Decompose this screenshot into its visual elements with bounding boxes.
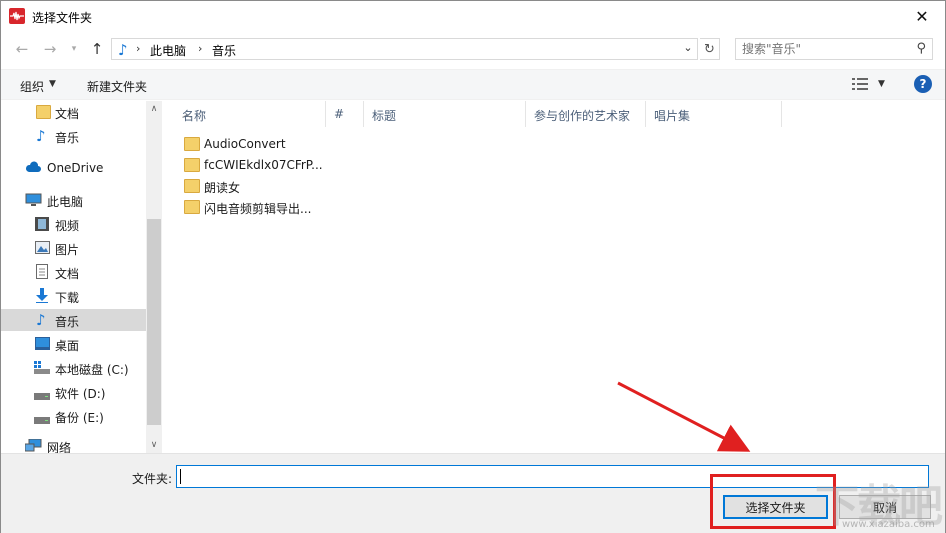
sidebar-item-label: OneDrive xyxy=(47,161,104,175)
sidebar-item-label: 桌面 xyxy=(55,339,80,353)
chevron-down-icon[interactable]: ⌄ xyxy=(681,41,695,54)
command-bar: 组织 ▼ 新建文件夹 ▼ ? xyxy=(1,69,945,100)
navigation-pane: 文档 ♪ 音乐 OneDrive 此电脑 视频 图片 文档 下载 ♪ 音乐 桌面… xyxy=(1,101,162,453)
title-bar: 选择文件夹 ✕ xyxy=(1,1,945,32)
help-icon[interactable]: ? xyxy=(914,75,932,93)
file-name: 闪电音频剪辑导出... xyxy=(204,202,312,216)
sidebar-item-music-selected[interactable]: ♪ 音乐 xyxy=(1,309,146,331)
drive-icon xyxy=(34,389,50,403)
chevron-down-icon[interactable]: ▼ xyxy=(49,79,56,89)
drive-icon xyxy=(34,413,50,427)
folder-name-input[interactable] xyxy=(180,468,920,485)
sidebar-item-network[interactable]: 网络 xyxy=(1,437,146,453)
file-list: 名称 ︿ # 标题 参与创作的艺术家 唱片集 AudioConvert fcCW… xyxy=(162,101,945,453)
folder-icon xyxy=(184,137,200,151)
sidebar-item-label: 音乐 xyxy=(55,131,80,145)
sidebar-item-documents[interactable]: 文档 xyxy=(1,101,146,123)
scroll-up-icon[interactable]: ∧ xyxy=(146,101,162,117)
folder-field-label: 文件夹: xyxy=(132,472,173,486)
column-header-album[interactable]: 唱片集 xyxy=(646,101,782,127)
computer-icon xyxy=(25,193,42,207)
breadcrumb-separator-icon[interactable]: › xyxy=(136,42,140,55)
navigation-scrollbar[interactable]: ∧ ∨ xyxy=(146,101,162,453)
search-box[interactable]: ⚲ xyxy=(735,38,933,60)
sidebar-item-documents-2[interactable]: 文档 xyxy=(1,261,146,283)
sidebar-item-label: 音乐 xyxy=(55,315,80,329)
list-item[interactable]: fcCWIEkdlx07CFrP... xyxy=(184,155,484,175)
window-title: 选择文件夹 xyxy=(32,11,93,25)
sidebar-item-desktop[interactable]: 桌面 xyxy=(1,333,146,355)
navigation-bar: ← → ▾ ↑ ♪ › 此电脑 › 音乐 ⌄ ↻ ⚲ xyxy=(1,34,945,64)
document-icon xyxy=(36,264,51,279)
desktop-icon xyxy=(35,337,50,351)
list-item[interactable]: 闪电音频剪辑导出... xyxy=(184,197,484,217)
refresh-icon[interactable]: ↻ xyxy=(700,38,720,60)
watermark-url: www.xiazaiba.com xyxy=(842,519,935,530)
breadcrumb-this-pc[interactable]: 此电脑 xyxy=(150,42,186,59)
sidebar-item-pictures[interactable]: 图片 xyxy=(1,237,146,259)
cloud-icon xyxy=(25,161,41,175)
breadcrumb-separator-icon[interactable]: › xyxy=(198,42,202,55)
select-folder-button[interactable]: 选择文件夹 xyxy=(723,495,828,519)
new-folder-button[interactable]: 新建文件夹 xyxy=(87,78,147,95)
sidebar-item-label: 网络 xyxy=(47,441,72,453)
download-icon xyxy=(35,288,50,303)
sidebar-item-this-pc[interactable]: 此电脑 xyxy=(1,189,146,211)
file-name: 朗读女 xyxy=(204,181,241,195)
sidebar-item-label: 备份 (E:) xyxy=(55,411,104,425)
windows-drive-icon xyxy=(34,361,50,375)
recent-locations-chevron-icon[interactable]: ▾ xyxy=(63,38,85,60)
folder-icon xyxy=(184,179,200,193)
address-bar[interactable]: ♪ › 此电脑 › 音乐 ⌄ xyxy=(111,38,698,60)
column-header-artists[interactable]: 参与创作的艺术家 xyxy=(526,101,646,127)
breadcrumb-music[interactable]: 音乐 xyxy=(212,42,236,59)
music-note-icon: ♪ xyxy=(36,311,46,329)
music-note-icon: ♪ xyxy=(36,127,46,145)
sidebar-item-label: 视频 xyxy=(55,219,80,233)
sidebar-item-label: 软件 (D:) xyxy=(55,387,106,401)
picture-icon xyxy=(35,241,50,255)
folder-icon xyxy=(184,200,200,214)
scrollbar-thumb[interactable] xyxy=(147,219,161,425)
sidebar-item-label: 下载 xyxy=(55,291,80,305)
close-button[interactable]: ✕ xyxy=(899,1,945,32)
sidebar-item-onedrive[interactable]: OneDrive xyxy=(1,157,146,179)
sidebar-item-drive-d[interactable]: 软件 (D:) xyxy=(1,381,146,403)
up-arrow-icon[interactable]: ↑ xyxy=(86,38,108,60)
folder-icon xyxy=(36,105,51,119)
column-header-title[interactable]: 标题 xyxy=(364,101,526,127)
sidebar-item-label: 文档 xyxy=(55,267,80,281)
folder-icon xyxy=(184,158,200,172)
chevron-down-icon[interactable]: ▼ xyxy=(878,79,885,89)
file-name: AudioConvert xyxy=(204,137,286,151)
app-waveform-icon xyxy=(9,8,25,24)
list-item[interactable]: 朗读女 xyxy=(184,176,484,196)
music-note-icon: ♪ xyxy=(118,41,128,59)
sidebar-item-label: 本地磁盘 (C:) xyxy=(55,363,129,377)
sidebar-item-drive-e[interactable]: 备份 (E:) xyxy=(1,405,146,427)
forward-arrow-icon[interactable]: → xyxy=(39,38,61,60)
sidebar-item-label: 文档 xyxy=(55,107,80,121)
network-icon xyxy=(24,438,42,453)
search-icon[interactable]: ⚲ xyxy=(916,41,926,56)
column-header-name[interactable]: 名称 ︿ xyxy=(174,101,326,127)
column-header-number[interactable]: # xyxy=(326,101,364,127)
organize-menu[interactable]: 组织 xyxy=(20,78,44,95)
view-options-icon[interactable] xyxy=(852,77,868,91)
list-item[interactable]: AudioConvert xyxy=(184,134,484,154)
sort-ascending-icon: ︿ xyxy=(182,110,192,120)
back-arrow-icon[interactable]: ← xyxy=(11,38,33,60)
search-input[interactable] xyxy=(742,41,902,57)
scroll-down-icon[interactable]: ∨ xyxy=(146,437,162,453)
sidebar-item-label: 此电脑 xyxy=(47,195,84,209)
sidebar-item-label: 图片 xyxy=(55,243,80,257)
sidebar-item-music[interactable]: ♪ 音乐 xyxy=(1,125,146,147)
sidebar-item-videos[interactable]: 视频 xyxy=(1,213,146,235)
sidebar-item-downloads[interactable]: 下载 xyxy=(1,285,146,307)
sidebar-item-drive-c[interactable]: 本地磁盘 (C:) xyxy=(1,357,146,379)
folder-picker-dialog: 选择文件夹 ✕ ← → ▾ ↑ ♪ › 此电脑 › 音乐 ⌄ ↻ ⚲ 组织 ▼ … xyxy=(0,0,946,533)
file-name: fcCWIEkdlx07CFrP... xyxy=(204,158,323,172)
dialog-footer: 文件夹: 选择文件夹 取消 xyxy=(1,453,945,533)
video-icon xyxy=(35,217,50,231)
